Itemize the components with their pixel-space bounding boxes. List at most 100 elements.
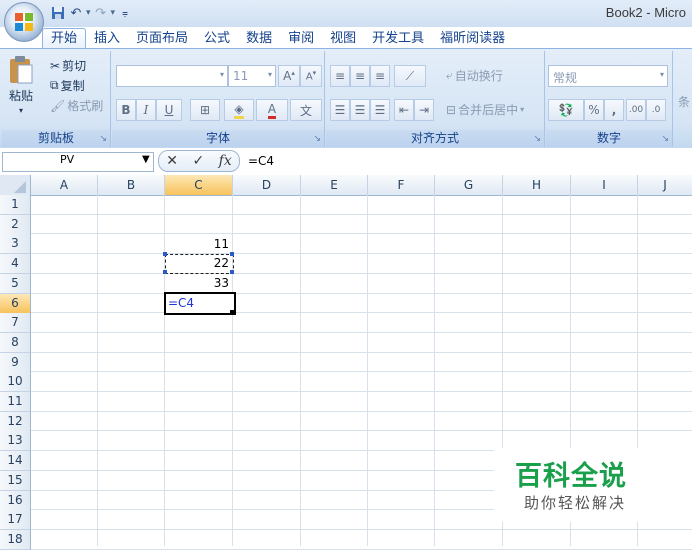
align-top-icon: ≡	[334, 69, 346, 83]
cell-c3[interactable]: 11	[165, 237, 229, 251]
phonetic-button[interactable]: 文	[290, 99, 322, 121]
align-right-button[interactable]: ☰	[370, 99, 390, 121]
grow-font-button[interactable]: A▴	[278, 65, 300, 87]
align-bottom-button[interactable]: ≡	[370, 65, 390, 87]
range-handle[interactable]	[230, 252, 234, 256]
cancel-formula-icon[interactable]: ✕	[166, 153, 178, 169]
enter-formula-icon[interactable]: ✓	[192, 153, 204, 169]
row-header-12[interactable]: 12	[0, 412, 31, 432]
increase-decimal-button[interactable]: .00	[626, 99, 646, 121]
row-header-1[interactable]: 1	[0, 195, 31, 215]
row-header-11[interactable]: 11	[0, 392, 31, 412]
tab-foxit-reader[interactable]: 福昕阅读器	[432, 29, 513, 49]
column-header-e[interactable]: E	[301, 175, 368, 195]
tab-insert[interactable]: 插入	[86, 29, 128, 49]
column-header-g[interactable]: G	[435, 175, 503, 195]
fill-color-button[interactable]: ◈	[224, 99, 254, 121]
shrink-font-button[interactable]: A▾	[300, 65, 322, 87]
row-header-9[interactable]: 9	[0, 353, 31, 373]
row-header-3[interactable]: 3	[0, 234, 31, 254]
font-size-combobox[interactable]: 11 ▾	[228, 65, 276, 87]
align-left-icon: ☰	[334, 103, 346, 117]
align-center-button[interactable]: ☰	[350, 99, 370, 121]
italic-button[interactable]: I	[136, 99, 156, 121]
bold-button[interactable]: B	[116, 99, 136, 121]
office-button[interactable]	[4, 2, 44, 42]
column-header-d[interactable]: D	[233, 175, 301, 195]
save-icon[interactable]	[50, 5, 66, 21]
undo-dropdown-icon[interactable]: ▾	[86, 8, 91, 18]
clipboard-launcher-icon[interactable]: ↘	[99, 134, 107, 144]
column-header-i[interactable]: I	[571, 175, 638, 195]
insert-function-icon[interactable]: fx	[219, 153, 232, 169]
row-header-8[interactable]: 8	[0, 333, 31, 353]
customize-icon[interactable]: ⩦	[117, 5, 133, 21]
column-header-a[interactable]: A	[31, 175, 98, 195]
range-handle[interactable]	[230, 270, 234, 274]
column-header-f[interactable]: F	[368, 175, 435, 195]
name-box-dropdown-icon[interactable]: ▼	[142, 154, 150, 165]
row-header-16[interactable]: 16	[0, 491, 31, 511]
decrease-decimal-button[interactable]: .0	[646, 99, 666, 121]
border-button[interactable]: ⊞	[190, 99, 220, 121]
redo-dropdown-icon[interactable]: ▾	[111, 8, 116, 18]
cut-button[interactable]: ✂ 剪切	[50, 57, 86, 74]
cell-c4[interactable]: 22	[165, 256, 229, 270]
number-format-combobox[interactable]: 常规 ▾	[548, 65, 668, 87]
tab-page-layout[interactable]: 页面布局	[128, 29, 196, 49]
row-header-4[interactable]: 4	[0, 254, 31, 274]
number-launcher-icon[interactable]: ↘	[661, 134, 669, 144]
tab-developer[interactable]: 开发工具	[364, 29, 432, 49]
undo-icon[interactable]: ↶	[68, 5, 84, 21]
formula-input[interactable]: =C4	[248, 154, 274, 168]
name-box-value: PV	[60, 153, 75, 166]
row-header-5[interactable]: 5	[0, 274, 31, 294]
range-handle[interactable]	[163, 270, 167, 274]
decrease-indent-button[interactable]: ⇤	[394, 99, 414, 121]
format-painter-button[interactable]: 🖌 格式刷	[50, 97, 103, 114]
number-format-dropdown-icon: ▾	[659, 70, 664, 79]
column-header-j[interactable]: J	[638, 175, 692, 195]
percent-button[interactable]: %	[584, 99, 604, 121]
row-header-14[interactable]: 14	[0, 451, 31, 471]
cell-c5[interactable]: 33	[165, 276, 229, 290]
underline-button[interactable]: U	[156, 99, 182, 121]
tab-review[interactable]: 审阅	[280, 29, 322, 49]
copy-button[interactable]: ⧉ 复制	[50, 77, 85, 94]
comma-button[interactable]: ,	[604, 99, 624, 121]
row-header-17[interactable]: 17	[0, 510, 31, 530]
row-header-15[interactable]: 15	[0, 471, 31, 491]
name-box[interactable]	[2, 152, 154, 172]
row-header-10[interactable]: 10	[0, 372, 31, 392]
column-header-b[interactable]: B	[98, 175, 165, 195]
row-header-18[interactable]: 18	[0, 530, 31, 550]
orientation-button[interactable]: ⟋	[394, 65, 426, 87]
increase-indent-button[interactable]: ⇥	[414, 99, 434, 121]
accounting-format-button[interactable]: 💱	[548, 99, 584, 121]
font-color-button[interactable]: A	[256, 99, 288, 121]
font-color-value: A	[267, 102, 277, 119]
tab-formulas[interactable]: 公式	[196, 29, 238, 49]
tab-view[interactable]: 视图	[322, 29, 364, 49]
wrap-text-button[interactable]: ⤶ 自动换行	[446, 67, 503, 84]
merge-center-button[interactable]: ⊟ 合并后居中 ▾	[446, 101, 524, 118]
row-header-2[interactable]: 2	[0, 215, 31, 235]
ribbon-tabs: 开始 插入 页面布局 公式 数据 审阅 视图 开发工具 福昕阅读器	[42, 27, 513, 49]
fill-handle[interactable]	[230, 310, 235, 315]
column-header-h[interactable]: H	[503, 175, 571, 195]
paste-button[interactable]: 粘贴 ▾	[8, 55, 34, 115]
quick-access-toolbar: ↶ ▾ ↷ ▾ ⩦	[50, 3, 133, 23]
row-header-7[interactable]: 7	[0, 313, 31, 333]
row-header-6[interactable]: 6	[0, 294, 31, 314]
font-name-combobox[interactable]: ▾	[116, 65, 228, 87]
align-left-button[interactable]: ☰	[330, 99, 350, 121]
alignment-launcher-icon[interactable]: ↘	[533, 134, 541, 144]
align-top-button[interactable]: ≡	[330, 65, 350, 87]
column-header-c[interactable]: C	[165, 175, 233, 195]
font-launcher-icon[interactable]: ↘	[313, 134, 321, 144]
tab-data[interactable]: 数据	[238, 29, 280, 49]
redo-icon[interactable]: ↷	[93, 5, 109, 21]
row-header-13[interactable]: 13	[0, 431, 31, 451]
align-middle-button[interactable]: ≡	[350, 65, 370, 87]
tab-home[interactable]: 开始	[42, 28, 87, 49]
